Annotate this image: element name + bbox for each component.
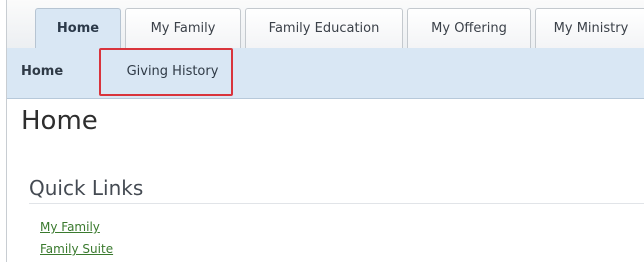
link-family-suite[interactable]: Family Suite <box>40 242 113 256</box>
page-title: Home <box>21 106 98 136</box>
quick-links-heading: Quick Links <box>29 176 144 200</box>
tab-home[interactable]: Home <box>35 8 121 48</box>
link-my-family[interactable]: My Family <box>40 220 100 234</box>
tab-my-offering[interactable]: My Offering <box>407 8 531 48</box>
subnav-home[interactable]: Home <box>21 48 63 98</box>
tab-my-ministry[interactable]: My Ministry <box>535 8 644 48</box>
top-tab-bar: Home My Family Family Education My Offer… <box>7 0 644 48</box>
app-frame: Home My Family Family Education My Offer… <box>6 0 644 262</box>
tab-family-education[interactable]: Family Education <box>245 8 403 48</box>
giving-history-highlight-box <box>99 48 233 96</box>
tab-my-family[interactable]: My Family <box>125 8 241 48</box>
section-divider <box>29 203 644 204</box>
